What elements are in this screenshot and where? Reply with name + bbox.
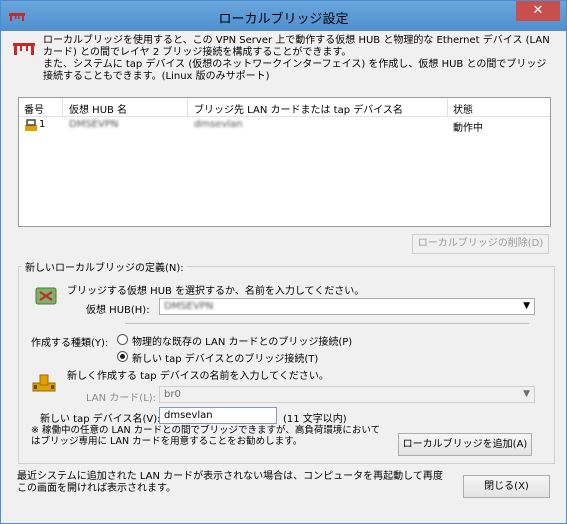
column-hub-name[interactable]: 仮想 HUB 名 [69, 101, 127, 116]
lan-card-select[interactable]: br0 ▼ [159, 386, 535, 403]
bridge-list-table: 番号 仮想 HUB 名 ブリッジ先 LAN カードまたは tap デバイス名 状… [18, 97, 551, 227]
new-bridge-group-label: 新しいローカルブリッジの定義(N): [22, 259, 187, 274]
virtual-hub-value: DMSEVPN [164, 301, 214, 312]
separator [125, 323, 529, 324]
tap-name-value: dmsevlan [164, 410, 213, 421]
lan-card-label: LAN カード(L): [86, 393, 157, 404]
radio-physical-label[interactable]: 物理的な既存の LAN カードとのブリッジ接続(P) [132, 333, 352, 348]
window-title: ローカルブリッジ設定 [218, 12, 349, 27]
title-bar[interactable]: ローカルブリッジ設定 ✕ [1, 1, 566, 31]
lan-card-value: br0 [164, 389, 181, 400]
radio-new-tap[interactable] [117, 351, 128, 362]
column-device-name[interactable]: ブリッジ先 LAN カードまたは tap デバイス名 [194, 101, 403, 116]
local-bridge-window: ローカルブリッジ設定 ✕ ローカルブリッジを使用すると、この VPN Serve… [0, 0, 567, 524]
add-bridge-button[interactable]: ローカルブリッジを追加(A) [398, 433, 532, 456]
row-device-name: dmsevlan [194, 119, 243, 130]
tap-name-label: 新しい tap デバイス名(V): [40, 414, 161, 425]
row-number: 1 [39, 119, 46, 130]
close-button[interactable]: 閉じる(X) [463, 475, 550, 498]
tap-name-limit: (11 文字以内) [283, 414, 347, 425]
footer-note: 最近システムに追加された LAN カードが表示されない場合は、コンピュータを再起… [17, 471, 443, 494]
table-header: 番号 仮想 HUB 名 ブリッジ先 LAN カードまたは tap デバイス名 状… [19, 98, 550, 117]
virtual-hub-icon [35, 287, 57, 305]
intro-description: ローカルブリッジを使用すると、この VPN Server 上で動作する仮想 HU… [43, 35, 550, 82]
column-status[interactable]: 状態 [453, 101, 473, 116]
delete-bridge-button[interactable]: ローカルブリッジの削除(D) [412, 234, 549, 254]
column-number[interactable]: 番号 [24, 101, 44, 116]
bridge-row-icon [25, 119, 37, 131]
row-status: 動作中 [453, 123, 483, 134]
table-row[interactable]: 1 DMSEVPN dmsevlan 動作中 [19, 117, 550, 134]
hub-prompt: ブリッジする仮想 HUB を選択するか、名前を入力してください。 [67, 286, 365, 297]
radio-tap-label[interactable]: 新しい tap デバイスとのブリッジ接続(T) [132, 350, 318, 365]
bridge-icon [13, 43, 35, 55]
bridge-note: ※ 稼働中の任意の LAN カードとの間でブリッジできますが、高負荷環境において… [31, 425, 381, 447]
tap-device-icon [32, 374, 56, 392]
radio-physical-lan[interactable] [117, 334, 128, 345]
chevron-down-icon: ▼ [523, 389, 530, 399]
tap-prompt: 新しく作成する tap デバイスの名前を入力してください。 [67, 371, 329, 382]
virtual-hub-select[interactable]: DMSEVPN ▼ [159, 298, 535, 315]
type-label: 作成する種類(Y): [31, 338, 109, 349]
virtual-hub-label: 仮想 HUB(H): [86, 305, 150, 316]
row-hub-name: DMSEVPN [69, 119, 119, 130]
close-window-button[interactable]: ✕ [516, 1, 560, 21]
chevron-down-icon: ▼ [523, 301, 530, 311]
tap-name-input[interactable]: dmsevlan [159, 407, 277, 424]
